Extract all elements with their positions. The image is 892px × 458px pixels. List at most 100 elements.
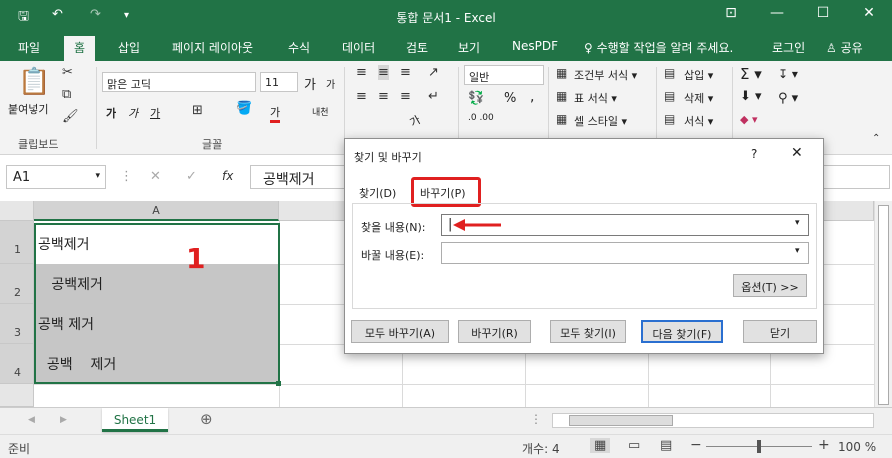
insert-cells-button[interactable]: 삽입 ▾ [684,67,713,83]
conditional-format-button[interactable]: 조건부 서식 ▾ [574,67,637,83]
fill-handle[interactable] [276,381,281,386]
tab-split-icon[interactable]: ⋮ [530,412,542,426]
row-header[interactable]: 2 [0,264,34,304]
find-what-dropdown-icon[interactable]: ▾ [795,218,800,228]
tab-page-layout[interactable]: 페이지 레이아웃 [172,39,253,56]
bold-button[interactable]: 가 [106,105,116,121]
horizontal-scrollbar[interactable] [552,413,874,428]
percent-button[interactable]: % [504,91,516,106]
next-sheet-icon[interactable]: ▶ [60,415,67,425]
row-header[interactable]: 4 [0,344,34,384]
tab-review[interactable]: 검토 [406,39,428,56]
fill-button[interactable]: ⬇ ▾ [740,89,762,104]
autosum-button[interactable]: Σ ▾ [740,65,762,83]
increase-decimal-icon[interactable]: .0 .00 [468,113,494,123]
minimize-button[interactable]: — [762,5,792,21]
paste-icon[interactable]: 📋 [18,67,50,97]
fill-color-icon[interactable]: 🪣 [236,101,252,116]
sign-in-link[interactable]: 로그인 [772,39,805,56]
name-box[interactable]: A1 ▾ [6,165,106,189]
title-bar: 🖫 ↶ ↷ ▾ 통합 문서1 - Excel ⊡ — ☐ ✕ [0,0,892,33]
number-format-select[interactable]: 일반 [464,65,544,85]
tab-formulas[interactable]: 수식 [288,39,310,56]
share-button[interactable]: ♙ 공유 [826,39,863,56]
delete-cells-button[interactable]: 삭제 ▾ [684,90,713,106]
select-all-corner[interactable] [0,201,34,221]
zoom-level[interactable]: 100 % [838,440,876,454]
replace-all-button[interactable]: 모두 바꾸기(A) [351,320,449,343]
replace-button[interactable]: 바꾸기(R) [458,320,531,343]
tab-data[interactable]: 데이터 [342,39,375,56]
comma-button[interactable]: , [530,89,534,105]
align-middle-icon[interactable]: ≡ [378,65,389,80]
font-size-select[interactable]: 11 [260,72,298,92]
align-top-icon[interactable]: ≡ [356,65,367,80]
column-header-a[interactable]: A [34,201,279,221]
close-window-button[interactable]: ✕ [854,5,884,21]
find-all-button[interactable]: 모두 찾기(I) [550,320,626,343]
name-box-dropdown-icon[interactable]: ▾ [95,171,100,181]
cut-icon[interactable]: ✂ [62,65,73,80]
format-painter-icon[interactable]: 🖌 [62,109,79,124]
tab-nespdf[interactable]: NesPDF [512,39,558,53]
replace-with-label: 바꿀 내용(E): [361,249,425,262]
sort-filter-button[interactable]: ↧ ▾ [778,67,798,81]
table-format-button[interactable]: 표 서식 ▾ [574,90,617,106]
font-name-select[interactable]: 맑은 고딕 [102,72,256,92]
clear-button[interactable]: ◆ ▾ [740,113,757,126]
zoom-in-icon[interactable]: + [818,437,830,453]
sheet-tab-sheet1[interactable]: Sheet1 [102,408,168,432]
cell-style-button[interactable]: 셀 스타일 ▾ [574,113,627,129]
help-button[interactable]: ? [751,147,757,161]
insert-function-icon[interactable]: fx [222,169,233,183]
align-right-icon[interactable]: ≡ [400,89,411,104]
find-select-button[interactable]: ⚲ ▾ [778,91,798,106]
paste-button[interactable]: 붙여넣기 [8,101,48,117]
copy-icon[interactable]: ⧉ [62,87,71,102]
vertical-scrollbar[interactable] [874,201,892,407]
find-next-button[interactable]: 다음 찾기(F) [641,320,723,343]
dialog-close-btn[interactable]: 닫기 [743,320,817,343]
accounting-format-icon[interactable]: 💱 [468,91,484,106]
hscroll-thumb[interactable] [569,415,673,426]
maximize-button[interactable]: ☐ [808,5,838,21]
ribbon-options-icon[interactable]: ⊡ [716,5,746,21]
replace-with-dropdown-icon[interactable]: ▾ [795,246,800,256]
add-sheet-button[interactable]: ⊕ [200,410,213,428]
row-header[interactable] [0,384,34,407]
prev-sheet-icon[interactable]: ◀ [28,415,35,425]
grow-font-button[interactable]: 가 [304,74,316,93]
scrollbar-thumb[interactable] [878,205,889,405]
align-left-icon[interactable]: ≡ [356,89,367,104]
tab-file[interactable]: 파일 [18,39,40,56]
replace-with-input[interactable] [441,242,809,264]
align-center-icon[interactable]: ≡ [378,89,389,104]
format-cells-button[interactable]: 서식 ▾ [684,113,713,129]
page-layout-view-icon[interactable]: ▭ [628,438,640,453]
page-break-view-icon[interactable]: ▤ [660,438,672,453]
zoom-slider-thumb[interactable] [757,440,761,453]
row-header[interactable]: 1 [0,221,34,264]
shrink-font-button[interactable]: 가 [326,76,335,91]
row-header[interactable]: 3 [0,304,34,344]
tell-me-search[interactable]: ♀ 수행할 작업을 알려 주세요. [584,39,733,56]
zoom-out-icon[interactable]: − [690,437,702,453]
orientation-icon[interactable]: ↗ [428,65,439,80]
wrap-text-icon[interactable]: ↵ [428,89,439,104]
tab-find[interactable]: 찾기(D) [359,185,396,201]
confirm-entry-icon[interactable]: ✓ [186,169,197,184]
options-button[interactable]: 옵션(T) >> [733,274,807,297]
align-bottom-icon[interactable]: ≡ [400,65,411,80]
underline-button[interactable]: 가 [150,105,160,121]
italic-button[interactable]: 가 [128,105,138,121]
collapse-ribbon-icon[interactable]: ⌃ [872,133,880,144]
cancel-entry-icon[interactable]: ✕ [150,169,161,184]
normal-view-icon[interactable]: ▦ [590,438,611,453]
dialog-close-button[interactable]: ✕ [791,145,803,161]
tab-home[interactable]: 홈 [64,36,96,61]
borders-icon[interactable]: ⊞ [192,103,203,118]
phonetic-button[interactable]: 내천 [312,105,329,118]
font-color-button[interactable]: 가 [270,104,281,123]
tab-view[interactable]: 보기 [458,39,480,56]
tab-insert[interactable]: 삽입 [118,39,140,56]
